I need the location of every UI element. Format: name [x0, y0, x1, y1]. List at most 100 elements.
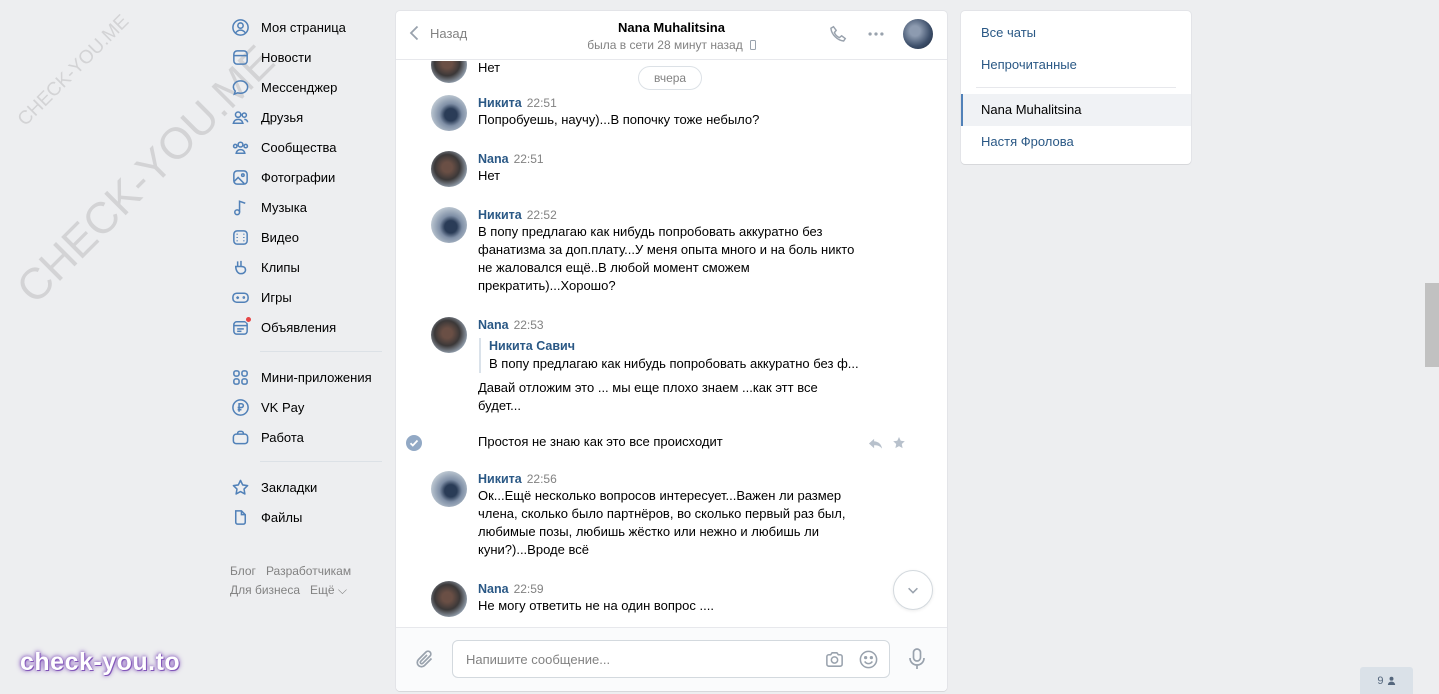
message-line: Попробуешь, научу)...В попочку тоже небы… [478, 112, 760, 127]
mobile-icon [749, 40, 756, 50]
message-line: В попу предлагаю как нибудь попробовать … [478, 224, 823, 239]
avatar[interactable] [431, 581, 467, 617]
nav-label: Друзья [261, 109, 304, 125]
message-author[interactable]: Никита [478, 96, 522, 110]
message-time: 22:56 [526, 472, 557, 486]
message-input-box [452, 640, 890, 678]
nav-item-friends[interactable]: Друзья [230, 102, 382, 132]
nav-label: Сообщества [261, 139, 337, 155]
message-text: В попу предлагаю как нибудь попробовать … [478, 223, 868, 295]
message-input[interactable] [453, 641, 793, 677]
watermark-small: CHECK-YOU.ME [13, 10, 134, 131]
header-actions [827, 19, 933, 49]
message-line: Ок...Ещё несколько вопросов интересует..… [478, 488, 842, 503]
message-text: Не могу ответить не на один вопрос .... [478, 597, 868, 615]
message-text: Ок...Ещё несколько вопросов интересует..… [478, 487, 868, 559]
avatar[interactable] [431, 317, 467, 353]
chat-panel: Назад Nana Muhalitsina была в сети 28 ми… [396, 11, 947, 691]
nav-item-games[interactable]: Игры [230, 282, 382, 312]
classifieds-icon [230, 316, 252, 337]
community-icon [230, 137, 250, 157]
avatar[interactable] [431, 95, 467, 131]
more-icon[interactable] [865, 23, 887, 45]
message-time: 22:52 [526, 208, 557, 222]
avatar[interactable] [431, 471, 467, 507]
nav-item-mini-apps[interactable]: Мини-приложения [230, 362, 382, 392]
user-circle-icon [230, 17, 250, 37]
star-icon[interactable] [891, 435, 907, 451]
nav-item-music[interactable]: Музыка [230, 192, 382, 222]
star-icon [230, 477, 250, 497]
paperclip-icon[interactable] [414, 648, 436, 670]
message-line: куни?)...Вроде всё [478, 542, 589, 557]
nav-label: Фотографии [261, 169, 336, 185]
footer-link-developers[interactable]: Разработчикам [266, 564, 351, 578]
music-note-icon [230, 197, 250, 217]
newspaper-icon [230, 47, 250, 67]
selected-message-row[interactable]: Простоя не знаю как это все происходит [396, 430, 947, 456]
scroll-to-bottom-button[interactable] [893, 570, 933, 610]
brand-watermark: check-you.to [20, 648, 181, 676]
nav-item-vkpay[interactable]: VK Pay [230, 392, 382, 422]
nav-item-communities[interactable]: Сообщества [230, 132, 382, 162]
message-history: Нет вчера Никита 22:51 Попробуешь, научу)… [396, 61, 947, 627]
avatar[interactable] [431, 61, 467, 83]
page-scrollbar[interactable] [1425, 283, 1439, 367]
camera-icon[interactable] [823, 648, 845, 670]
notification-dot [245, 316, 252, 323]
nav-label: Видео [261, 229, 299, 245]
reply-quote[interactable]: Никита Савич В попу предлагаю как нибудь… [479, 338, 868, 373]
emoji-icon[interactable] [857, 648, 879, 670]
nav-item-files[interactable]: Файлы [230, 502, 382, 532]
briefcase-icon [230, 427, 250, 447]
message-author[interactable]: Никита [478, 208, 522, 222]
nav-label: Мессенджер [261, 79, 338, 95]
footer-link-blog[interactable]: Блог [230, 564, 256, 578]
filter-all-chats[interactable]: Все чаты [961, 17, 1191, 49]
nav-item-messenger[interactable]: Мессенджер [230, 72, 382, 102]
chat-link[interactable]: Настя Фролова [961, 126, 1191, 158]
message-author[interactable]: Nana [478, 318, 509, 332]
date-separator: вчера [638, 66, 703, 90]
nav-item-video[interactable]: Видео [230, 222, 382, 252]
message-time: 22:51 [526, 96, 557, 110]
footer-links: Блог Разработчикам Для бизнеса Ещё ⌵ [230, 562, 382, 600]
chat-link-active[interactable]: Nana Muhalitsina [961, 94, 1191, 126]
microphone-icon[interactable] [906, 647, 928, 671]
reply-icon[interactable] [867, 435, 883, 451]
nav-item-classifieds[interactable]: Объявления [230, 312, 382, 342]
message-line: Не могу ответить не на один вопрос .... [478, 598, 714, 613]
user-icon [1387, 676, 1395, 685]
avatar[interactable] [431, 151, 467, 187]
nav-item-bookmarks[interactable]: Закладки [230, 472, 382, 502]
avatar[interactable] [431, 207, 467, 243]
nav-item-work[interactable]: Работа [230, 422, 382, 452]
message-time: 22:53 [513, 318, 544, 332]
message-text: Нет [478, 167, 868, 185]
nav-item-clips[interactable]: Клипы [230, 252, 382, 282]
footer-link-business[interactable]: Для бизнеса [230, 583, 300, 597]
message-line: члена, сколько было партнёров, во скольк… [478, 506, 846, 521]
filter-unread[interactable]: Непрочитанные [961, 49, 1191, 81]
nav-item-photos[interactable]: Фотографии [230, 162, 382, 192]
peer-avatar[interactable] [903, 19, 933, 49]
nav-item-my-page[interactable]: Моя страница [230, 12, 382, 42]
message-text: Давай отложим это ... мы еще плохо знаем… [478, 379, 868, 415]
photo-icon [230, 167, 250, 187]
nav-item-news[interactable]: Новости [230, 42, 382, 72]
message-time: 22:51 [513, 152, 544, 166]
chat-filter-panel: Все чаты Непрочитанные Nana Muhalitsina … [961, 11, 1191, 164]
phone-icon[interactable] [827, 23, 849, 45]
checkmark-icon[interactable] [406, 435, 422, 451]
message-line: прекратить)...Хорошо? [478, 278, 616, 293]
file-icon [230, 507, 250, 527]
message-author[interactable]: Nana [478, 152, 509, 166]
message-author[interactable]: Nana [478, 582, 509, 596]
online-friends-badge[interactable]: 9 [1360, 667, 1413, 694]
input-actions [811, 648, 879, 670]
message-author[interactable]: Никита [478, 472, 522, 486]
footer-link-more[interactable]: Ещё ⌵ [310, 583, 347, 597]
nav-label: VK Pay [261, 399, 305, 415]
nav-label: Файлы [261, 509, 303, 525]
left-sidebar: Моя страница Новости Мессенджер Друзья С… [230, 12, 382, 600]
